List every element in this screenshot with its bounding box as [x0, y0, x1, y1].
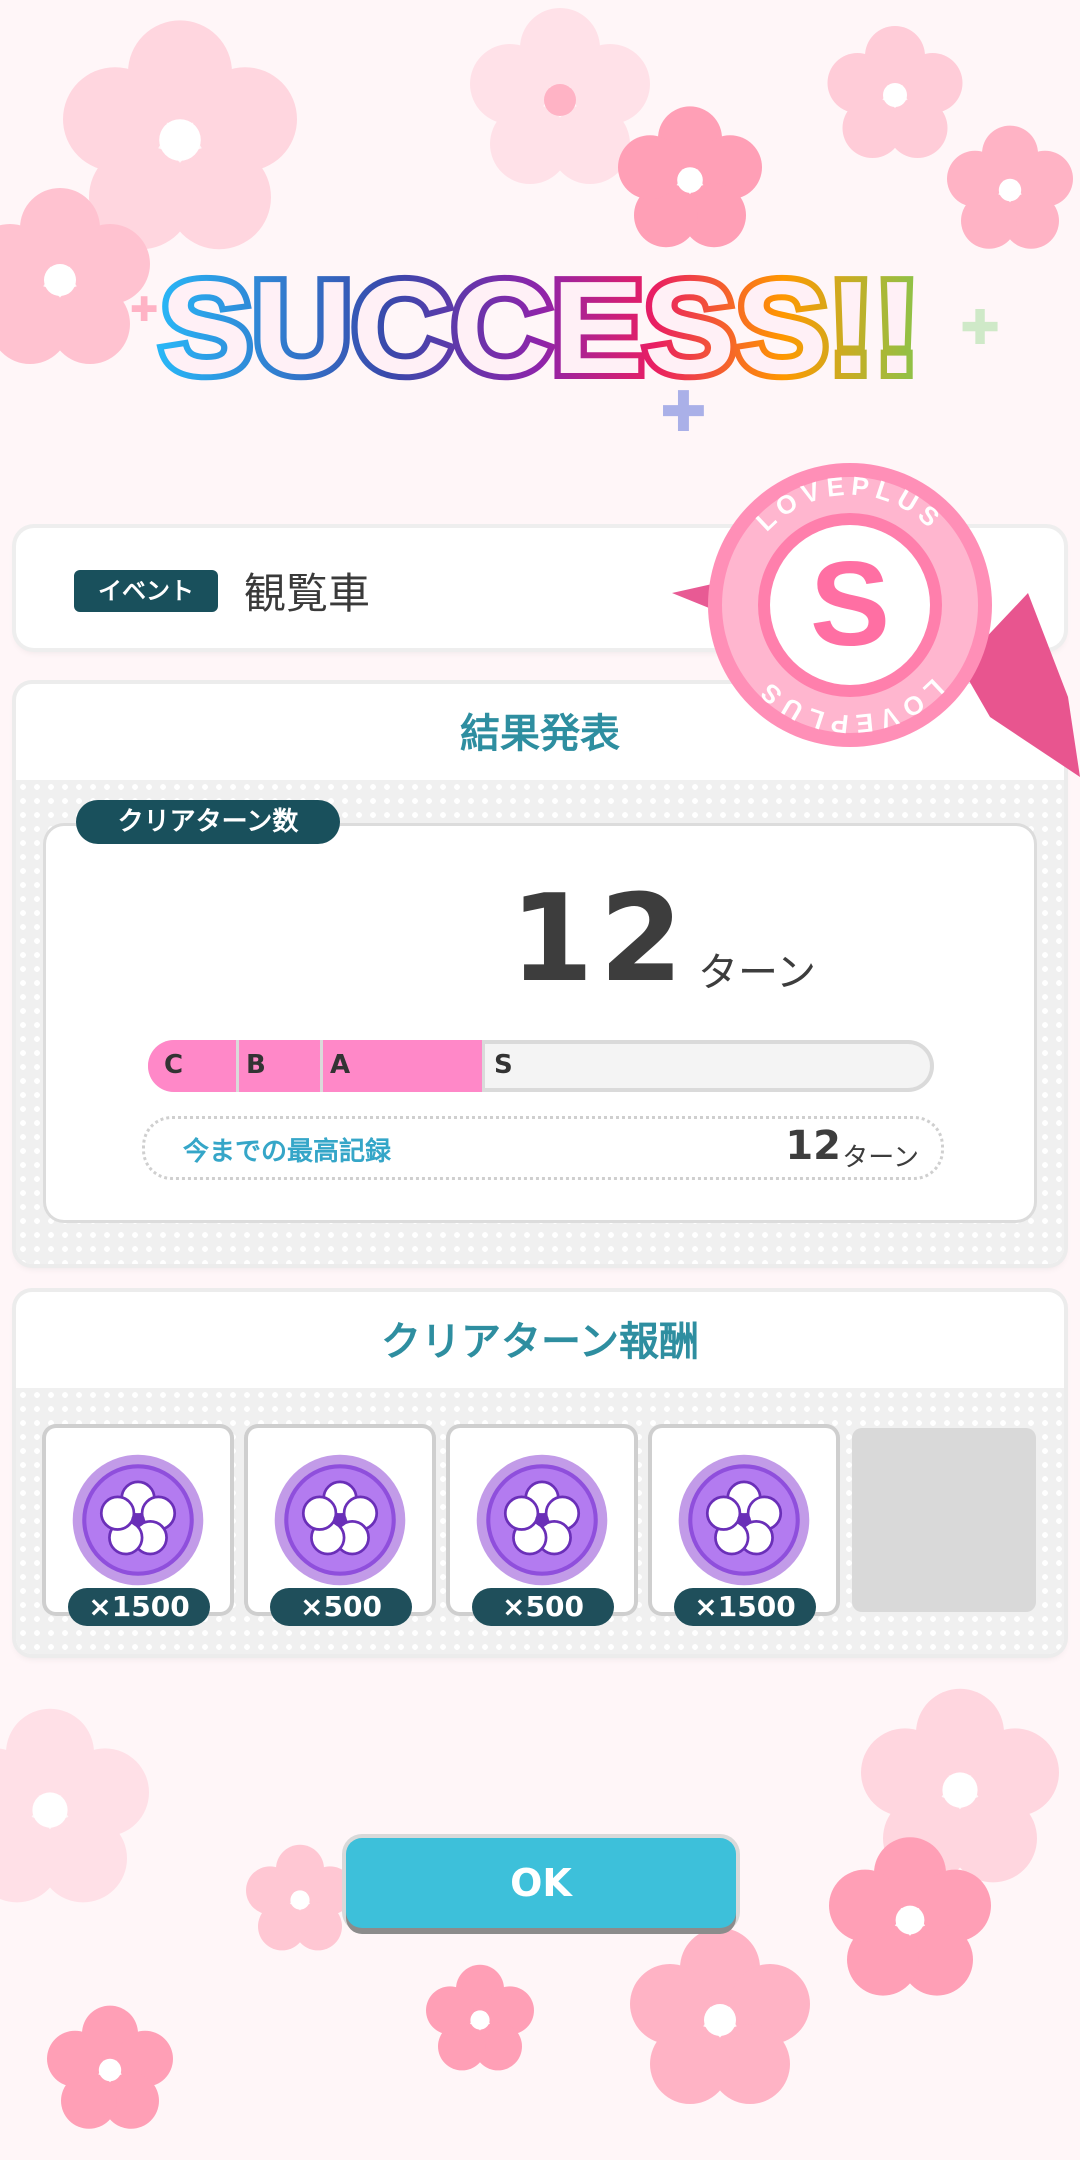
best-record-value: 12: [785, 1123, 841, 1169]
sakura-icon: [47, 2005, 173, 2129]
turn-unit: ターン: [698, 950, 816, 996]
rank-divider: [236, 1040, 239, 1092]
success-title: SUCCESS!!: [154, 255, 926, 405]
sakura-icon: [0, 1708, 149, 1903]
rank-divider: [320, 1040, 323, 1092]
turn-value: 12: [510, 870, 689, 1009]
sakura-icon: [947, 125, 1073, 249]
rank-label-a: A: [330, 1050, 351, 1080]
ok-button[interactable]: OK: [346, 1838, 736, 1928]
best-record-box: 今までの最高記録 12 ターン: [142, 1116, 944, 1180]
rank-label-c: C: [164, 1050, 184, 1080]
reward-qty: ×1500: [68, 1588, 210, 1626]
sakura-medal-icon: [274, 1454, 406, 1586]
sakura-icon: [630, 1928, 810, 2104]
sakura-medal-icon: [678, 1454, 810, 1586]
reward-slot[interactable]: ×1500: [652, 1428, 836, 1626]
rank-bar-fill: [148, 1040, 482, 1092]
reward-qty: ×1500: [674, 1588, 816, 1626]
success-text: SUCCESS!!: [160, 255, 920, 401]
reward-slot[interactable]: ×1500: [46, 1428, 230, 1626]
sakura-medal-icon: [72, 1454, 204, 1586]
rank-badge: LOVEPLUS LOVEPLUS S: [672, 463, 1080, 777]
sparkle-icon: ✚: [960, 300, 1001, 356]
event-tag: イベント: [74, 570, 218, 612]
rank-label-s: S: [494, 1050, 513, 1080]
reward-slot-empty: [852, 1428, 1036, 1612]
event-name: 観覧車: [244, 569, 371, 618]
sakura-icon: [426, 1964, 534, 2071]
sakura-icon: [246, 1844, 354, 1951]
sakura-icon: [618, 106, 762, 248]
sakura-icon: [829, 1837, 991, 1996]
reward-qty: ×500: [270, 1588, 412, 1626]
reward-slot[interactable]: ×500: [450, 1428, 634, 1626]
best-record-unit: ターン: [842, 1143, 919, 1173]
reward-slot[interactable]: ×500: [248, 1428, 432, 1626]
reward-qty: ×500: [472, 1588, 614, 1626]
rewards-header: クリアターン報酬: [381, 1319, 699, 1365]
rank-letter: S: [810, 537, 890, 671]
best-record-label: 今までの最高記録: [183, 1137, 392, 1167]
rank-label-b: B: [246, 1050, 266, 1080]
sakura-icon: [0, 188, 150, 364]
clear-turns-label: クリアターン数: [76, 800, 340, 844]
rank-bar: C B A S: [148, 1040, 934, 1092]
sakura-medal-icon: [476, 1454, 608, 1586]
rank-divider: [482, 1040, 485, 1092]
